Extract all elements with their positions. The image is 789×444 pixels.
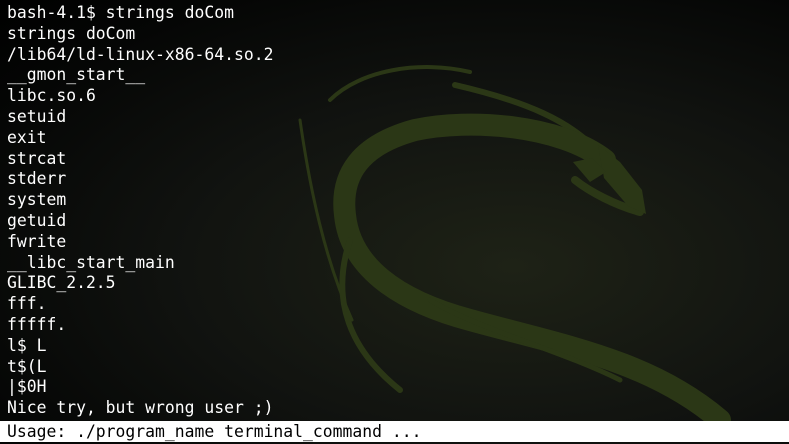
terminal-line: setuid xyxy=(7,106,67,126)
highlighted-line-text: Usage: ./program_name terminal_command .… xyxy=(7,422,422,441)
terminal-line: l$ L xyxy=(7,335,47,355)
terminal-line: |$0H xyxy=(7,377,47,397)
terminal-line: libc.so.6 xyxy=(7,86,96,106)
terminal-line: fffff. xyxy=(7,314,67,334)
terminal-line: t$(L xyxy=(7,356,47,376)
terminal-line: Nice try, but wrong user ;) xyxy=(7,398,274,418)
terminal-line: /lib64/ld-linux-x86-64.so.2 xyxy=(7,44,274,64)
terminal-window[interactable]: bash-4.1$ strings doCom strings doCom /l… xyxy=(0,0,789,444)
terminal-line: getuid xyxy=(7,210,67,230)
terminal-line: system xyxy=(7,190,67,210)
terminal-line: strcat xyxy=(7,148,67,168)
terminal-line: bash-4.1$ strings doCom xyxy=(7,3,234,22)
terminal-line: GLIBC_2.2.5 xyxy=(7,273,116,293)
highlighted-line[interactable]: Usage: ./program_name terminal_command .… xyxy=(0,421,789,442)
terminal-line: stderr xyxy=(7,169,67,189)
terminal-line: strings doCom xyxy=(7,23,136,43)
terminal-line: __libc_start_main xyxy=(7,252,175,272)
terminal-output[interactable]: bash-4.1$ strings doCom strings doCom /l… xyxy=(7,3,273,419)
terminal-line: fff. xyxy=(7,294,47,314)
terminal-line: fwrite xyxy=(7,231,67,251)
terminal-line: __gmon_start__ xyxy=(7,65,146,85)
terminal-line: exit xyxy=(7,127,47,147)
